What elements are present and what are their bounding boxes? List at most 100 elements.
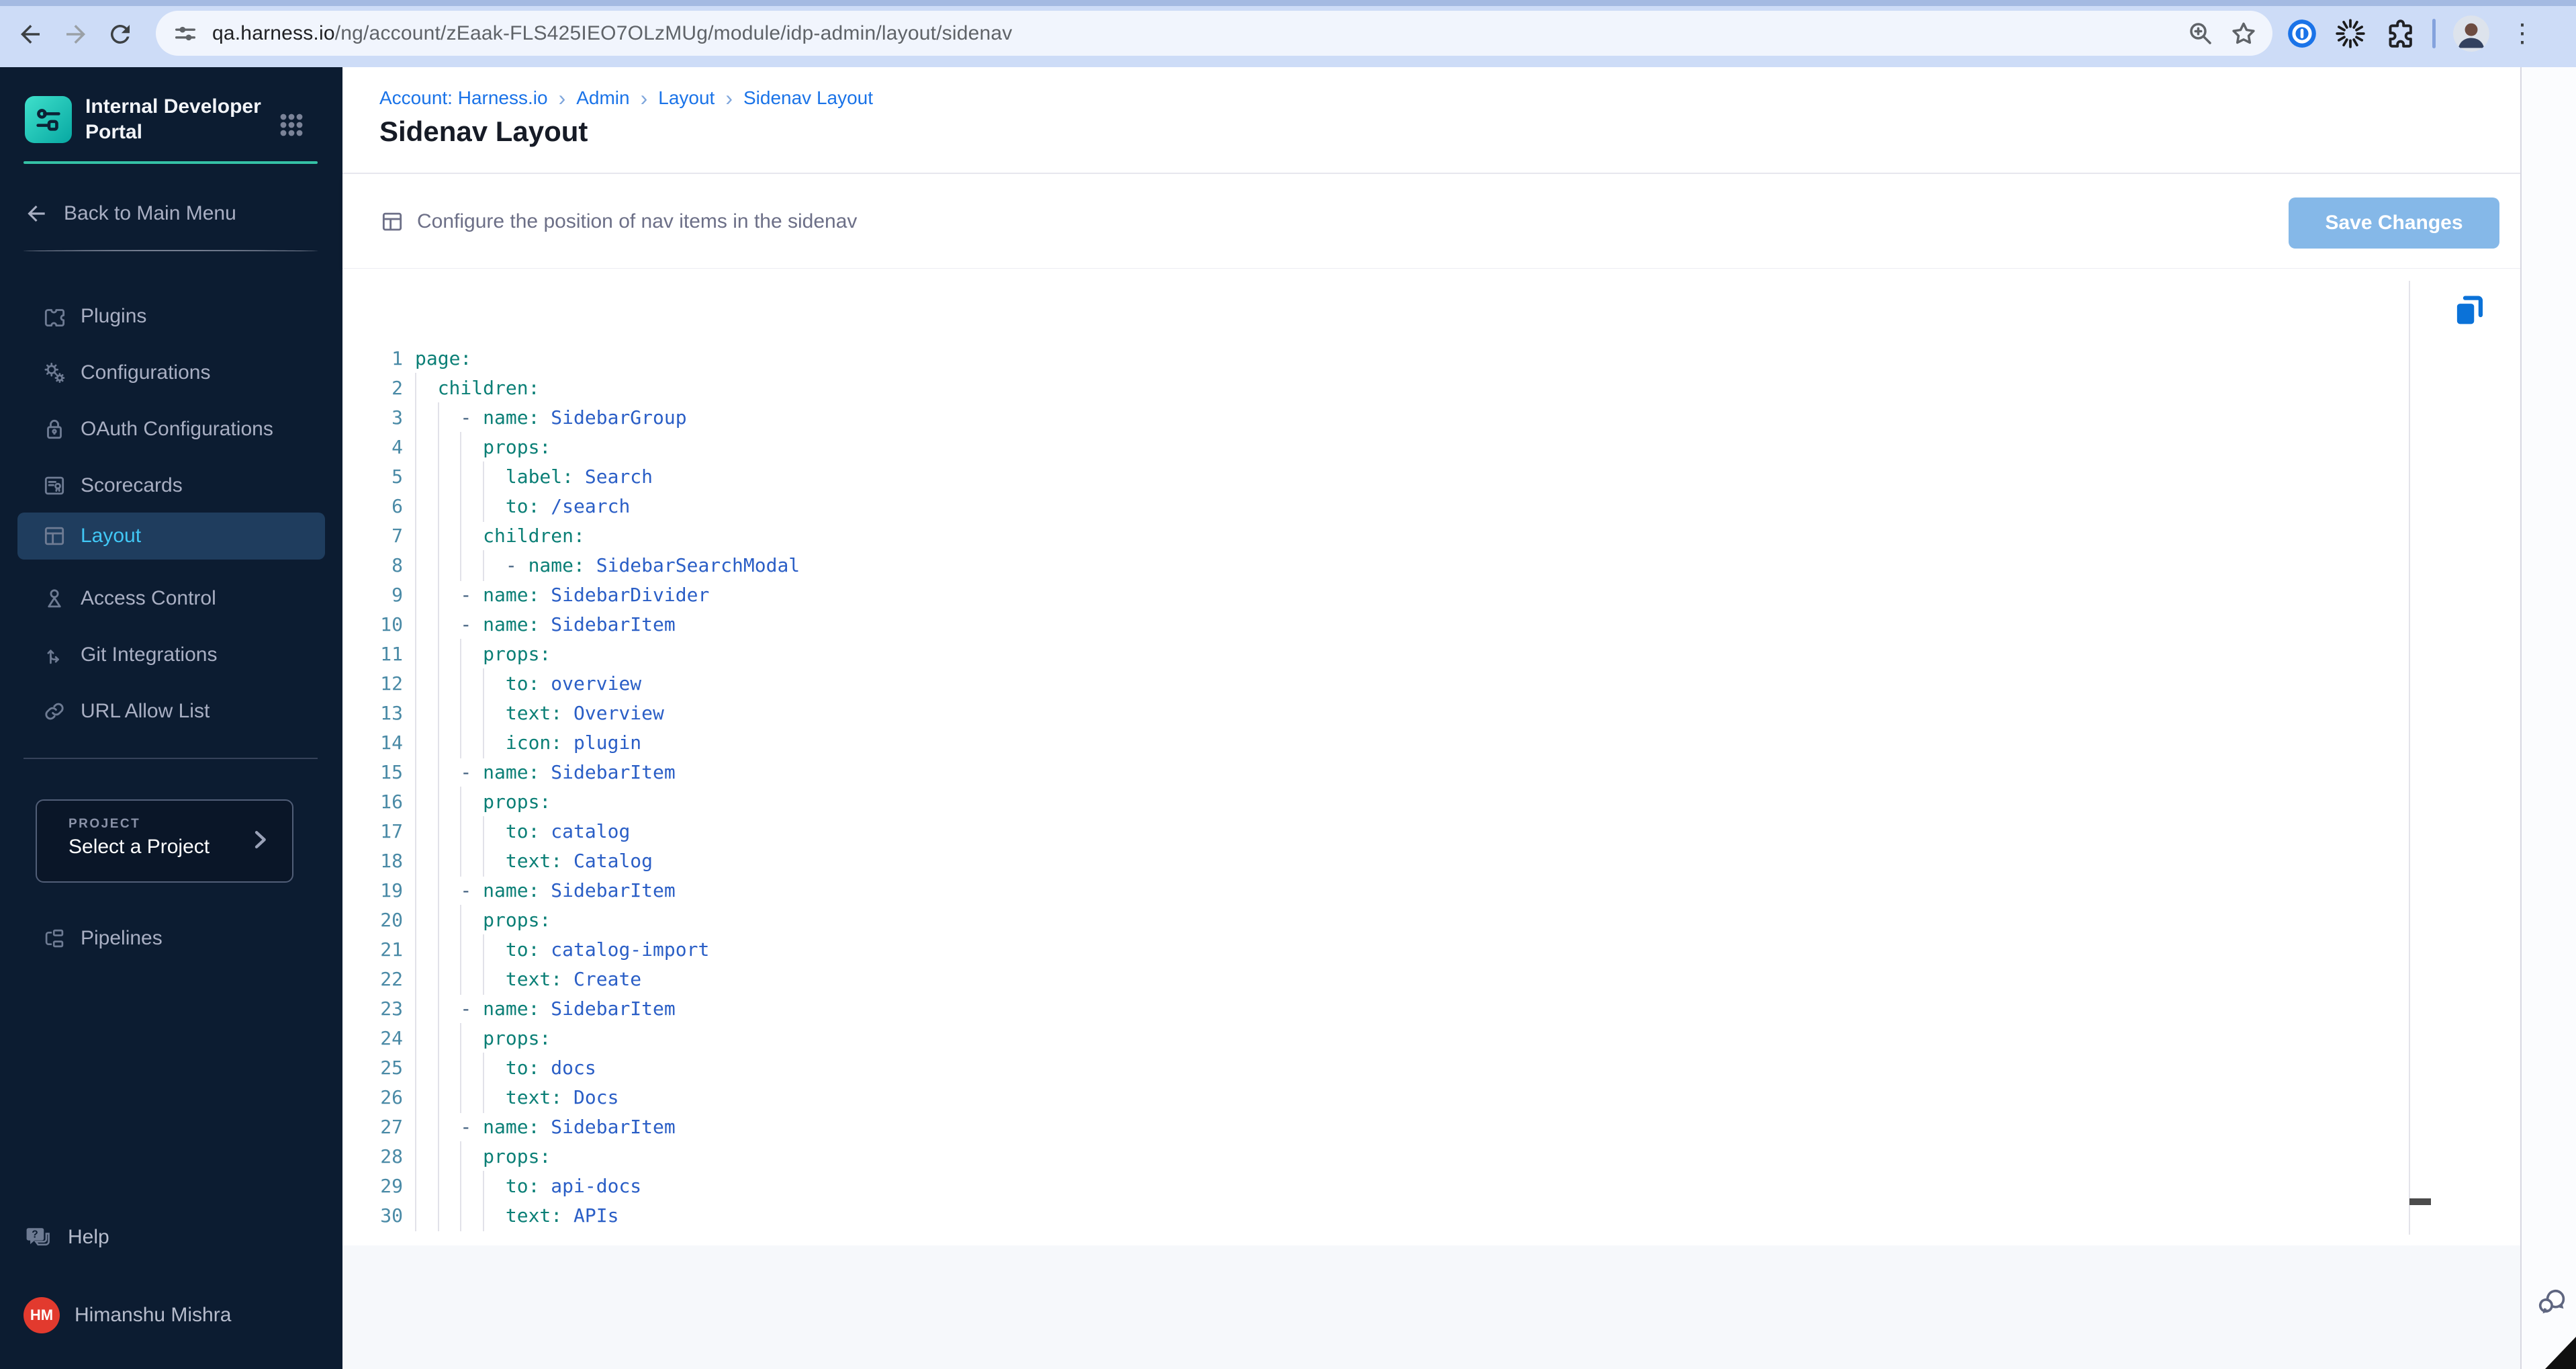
zoom-icon[interactable] [2187,19,2215,48]
indent-guide [483,1171,485,1202]
code-line: 28 props: [363,1141,800,1172]
code-line: 21 to: catalog-import [363,934,800,965]
sidebar-item-label: URL Allow List [81,700,210,722]
indent-guide [437,1141,439,1172]
indent-guide [415,787,416,818]
sidebar-item-url-allow-list[interactable]: URL Allow List [17,688,325,735]
page-scrollbar-gutter[interactable] [2520,67,2576,1369]
sidebar-item-layout[interactable]: Layout [17,513,325,560]
help-label: Help [68,1226,109,1248]
code-line: 11 props: [363,639,800,670]
code-lines[interactable]: 1 page: 2 children: 3 - name: SidebarGroup 4 pr… [363,344,800,1231]
breadcrumb-sidenav-layout[interactable]: Sidenav Layout [743,87,873,109]
indent-guide [460,727,462,758]
url-path: /ng/account/zEaak-FLS425IEO7OLzMUg/modul… [334,21,1013,44]
copy-icon[interactable] [2450,292,2489,330]
breadcrumb-account[interactable]: Account: Harness.io [379,87,548,109]
sidebar-item-label: Configurations [81,361,211,384]
reload-icon[interactable] [106,20,134,48]
menu-dots-icon[interactable]: ⋮ [2510,17,2535,50]
scorecard-icon [44,476,64,495]
app-grid-icon[interactable] [275,109,308,141]
browser-tab-strip [0,0,2576,6]
idp-logo[interactable] [25,96,72,143]
sidebar-item-git-integrations[interactable]: Git Integrations [17,631,325,678]
line-code: props: [415,1141,551,1172]
code-line: 12 to: overview [363,668,800,699]
line-code: - name: SidebarSearchModal [415,550,800,581]
profile-avatar[interactable] [2453,15,2489,52]
app-window: qa.harness.io/ng/account/zEaak-FLS425IEO… [0,0,2576,1369]
indent-guide [437,727,439,758]
line-code: - name: SidebarItem [415,609,676,640]
url-bar[interactable]: qa.harness.io/ng/account/zEaak-FLS425IEO… [156,11,2272,56]
project-eyebrow: PROJECT [68,817,141,831]
sidebar-item-configurations[interactable]: Configurations [17,349,325,396]
breadcrumb-admin[interactable]: Admin [576,87,629,109]
indent-guide [460,639,462,670]
back-arrow-icon [28,205,45,222]
indent-guide [437,668,439,699]
indent-guide [460,846,462,877]
line-code: props: [415,432,551,463]
indent-guide [437,1082,439,1113]
config-toolbar: Configure the position of nav items in t… [342,174,2520,269]
indent-guide [460,1082,462,1113]
help-button[interactable]: ? Help [24,1217,319,1257]
indent-guide [415,727,416,758]
user-avatar: HM [24,1297,60,1333]
bookmark-star-icon[interactable] [2229,19,2258,48]
user-profile[interactable]: HM Himanshu Mishra [24,1295,319,1335]
sidebar-item-oauth-configurations[interactable]: OAuth Configurations [17,406,325,453]
sidebar-divider-top [24,250,318,253]
line-number: 1 [392,347,403,369]
indent-guide [415,1023,416,1054]
line-code: props: [415,1023,551,1054]
save-changes-button[interactable]: Save Changes [2289,197,2499,249]
back-icon[interactable] [16,20,44,48]
code-line: 7 children: [363,521,800,551]
indent-guide [415,875,416,906]
layout-icon [44,527,64,545]
code-line: 29 to: api-docs [363,1171,800,1202]
line-number: 27 [380,1116,403,1138]
sidebar-item-label: Git Integrations [81,644,218,666]
indent-guide [415,1053,416,1084]
line-code: props: [415,639,551,670]
accent-divider [24,161,318,164]
chat-bubbles-icon[interactable] [2534,1284,2569,1319]
extensions-puzzle-icon[interactable] [2382,17,2416,50]
onepassword-icon[interactable] [2285,17,2319,50]
code-line: 15 - name: SidebarItem [363,757,800,788]
code-line: 6 to: /search [363,491,800,522]
sidebar-item-pipelines[interactable]: Pipelines [17,915,325,962]
page-title: Sidenav Layout [379,116,588,147]
forward-icon[interactable] [62,20,90,48]
spinner-extension-icon[interactable] [2334,17,2367,50]
sidebar-item-access-control[interactable]: Access Control [17,575,325,622]
indent-guide [483,727,485,758]
indent-guide [437,698,439,729]
line-code: to: api-docs [415,1171,641,1202]
sidebar-item-plugins[interactable]: Plugins [17,293,325,340]
indent-guide [437,846,439,877]
back-to-main-menu[interactable]: Back to Main Menu [24,195,318,232]
indent-guide [437,787,439,818]
back-label: Back to Main Menu [64,202,236,224]
editor-scrollbar-thumb[interactable] [2409,1198,2431,1205]
sidebar-item-scorecards[interactable]: Scorecards [17,462,325,509]
code-line: 2 children: [363,373,800,404]
line-code: to: /search [415,491,630,522]
code-line: 14 icon: plugin [363,727,800,758]
line-number: 18 [380,850,403,872]
url-text[interactable]: qa.harness.io/ng/account/zEaak-FLS425IEO… [212,22,1012,45]
project-selector[interactable]: PROJECT Select a Project [36,799,293,883]
line-number: 3 [392,406,403,429]
layout-config-icon [382,212,402,230]
indent-guide [437,521,439,551]
indent-guide [415,432,416,463]
yaml-editor[interactable]: 1 page: 2 children: 3 - name: SidebarGroup 4 pr… [342,269,2520,1313]
breadcrumb-layout[interactable]: Layout [658,87,715,109]
sidebar-item-label: OAuth Configurations [81,418,273,440]
site-settings-icon[interactable] [172,20,199,47]
